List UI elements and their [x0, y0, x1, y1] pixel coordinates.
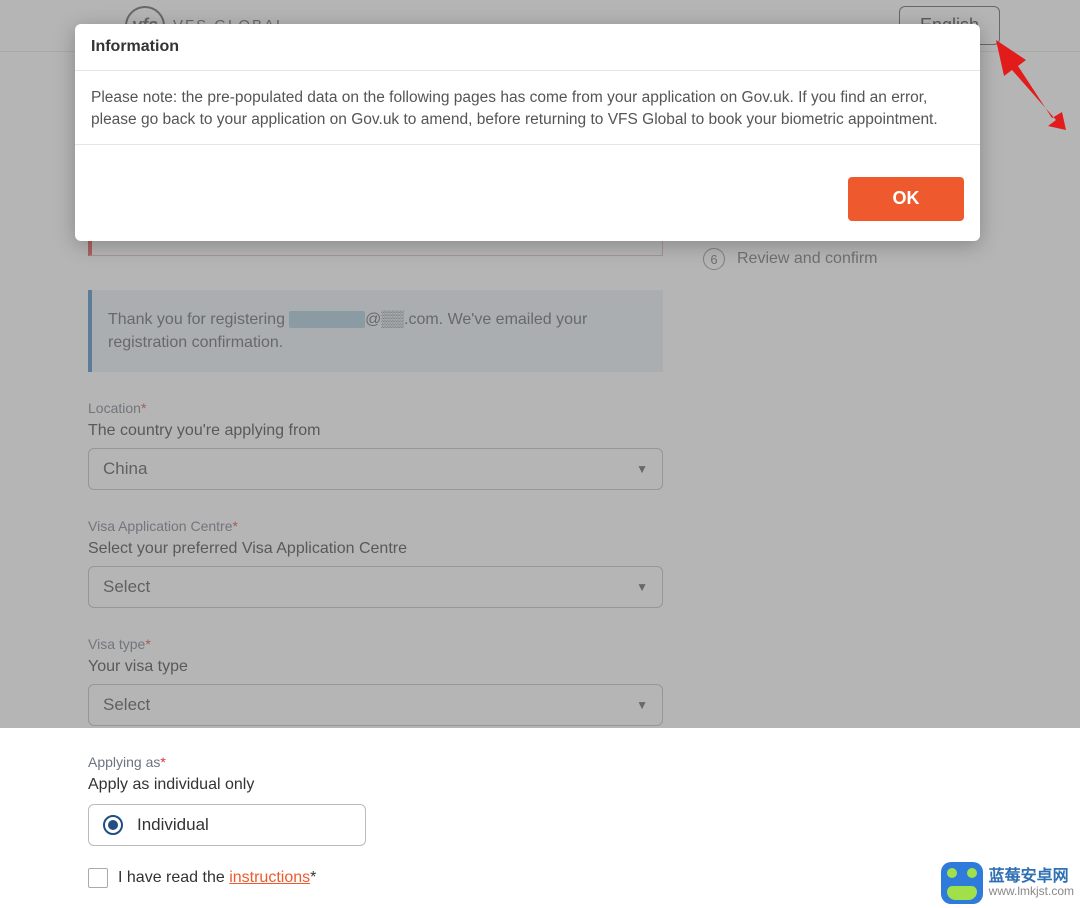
applying-as-label: Applying as*	[88, 754, 663, 770]
watermark-badge: 蓝莓安卓网 www.lmkjst.com	[941, 862, 1074, 904]
applying-as-hint: Apply as individual only	[88, 776, 663, 794]
instructions-link[interactable]: instructions	[229, 869, 310, 886]
modal-body-text: Please note: the pre-populated data on t…	[75, 71, 980, 145]
consent-prefix: I have read the	[118, 869, 229, 886]
watermark-line2: www.lmkjst.com	[989, 885, 1074, 898]
annotation-arrow-icon	[996, 40, 1066, 130]
information-modal: Information Please note: the pre-populat…	[75, 24, 980, 241]
watermark-line1: 蓝莓安卓网	[989, 868, 1074, 886]
ok-button[interactable]: OK	[848, 177, 964, 221]
instructions-consent-row: I have read the instructions*	[88, 868, 663, 888]
applying-as-field-group: Applying as* Apply as individual only In…	[88, 754, 663, 846]
modal-title: Information	[75, 24, 980, 71]
instructions-checkbox[interactable]	[88, 868, 108, 888]
watermark-logo-icon	[941, 862, 983, 904]
radio-selected-icon	[103, 815, 123, 835]
required-star: *	[310, 869, 316, 886]
applying-as-option-label: Individual	[137, 815, 209, 835]
applying-as-radio[interactable]: Individual	[88, 804, 366, 846]
